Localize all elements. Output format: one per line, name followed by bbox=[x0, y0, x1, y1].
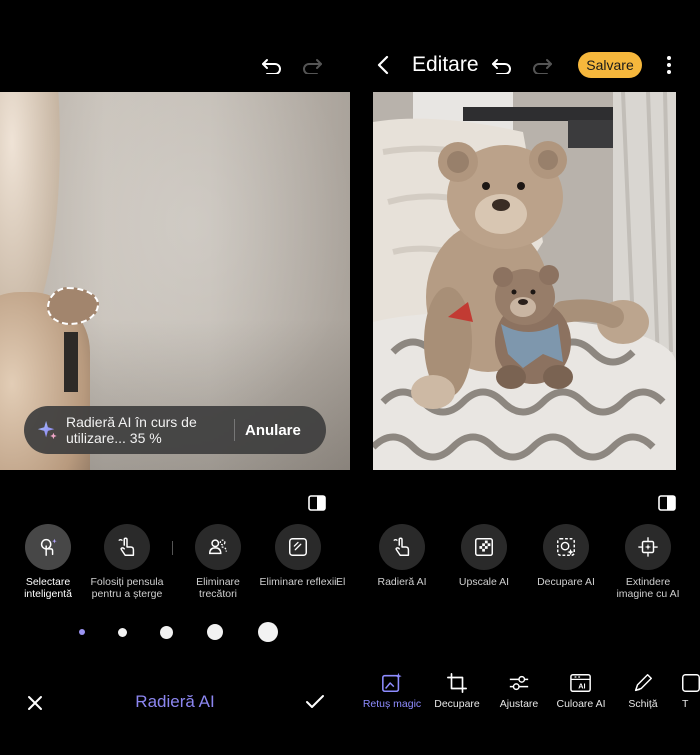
tab-label: T bbox=[682, 698, 689, 710]
undo-icon bbox=[492, 59, 511, 74]
banner-divider bbox=[234, 419, 235, 441]
close-icon bbox=[28, 696, 42, 710]
redo-icon bbox=[303, 59, 322, 74]
tool-ai-eraser[interactable]: Radieră AI bbox=[360, 524, 444, 588]
tool-label: Extindere imagine cu AI bbox=[616, 576, 680, 600]
upscale-icon bbox=[475, 538, 493, 556]
tool-brush-erase[interactable]: Folosiți pensula pentru a șterge bbox=[85, 524, 169, 600]
undo-button[interactable] bbox=[488, 54, 516, 78]
tool-upscale-ai-circle bbox=[461, 524, 507, 570]
expand-image-icon bbox=[638, 537, 658, 557]
cancel-button[interactable]: Anulare bbox=[245, 422, 301, 439]
ai-color-icon: AI bbox=[570, 674, 591, 692]
close-button[interactable] bbox=[24, 692, 46, 714]
undo-button[interactable] bbox=[258, 54, 286, 78]
save-button[interactable]: Salvare bbox=[578, 52, 642, 78]
tool-ai-cutout[interactable]: Decupare AI bbox=[524, 524, 608, 588]
tool-ai-eraser-circle bbox=[379, 524, 425, 570]
page-title: Editare bbox=[412, 53, 479, 76]
magic-retouch-icon bbox=[382, 672, 402, 693]
undo-icon bbox=[262, 59, 281, 74]
ai-sparkle-icon bbox=[37, 420, 57, 440]
confirm-button[interactable] bbox=[303, 691, 327, 713]
tab-label: Decupare bbox=[434, 698, 480, 710]
tab-crop[interactable]: Decupare bbox=[424, 672, 490, 710]
tool-remove-reflections-circle bbox=[275, 524, 321, 570]
photo-teddy-bears bbox=[373, 92, 676, 470]
ai-eraser-panel: Radieră AI în curs de utilizare... 35 % … bbox=[0, 0, 350, 755]
smart-select-icon bbox=[40, 538, 57, 556]
tools-divider bbox=[172, 541, 173, 555]
tool-label: Folosiți pensula pentru a șterge bbox=[90, 576, 164, 600]
chevron-left-icon bbox=[377, 55, 389, 75]
tab-label: Schiță bbox=[628, 698, 658, 710]
tool-ai-cutout-circle bbox=[543, 524, 589, 570]
progress-status-text: Radieră AI în curs de utilizare... 35 % bbox=[66, 414, 197, 446]
tab-adjust[interactable]: Ajustare bbox=[486, 672, 552, 710]
ai-eraser-icon bbox=[393, 537, 410, 556]
tool-smart-select-circle bbox=[25, 524, 71, 570]
redo-icon bbox=[533, 59, 552, 74]
more-options-button[interactable] bbox=[662, 52, 676, 78]
back-button[interactable] bbox=[372, 52, 394, 78]
compare-icon bbox=[308, 495, 326, 511]
svg-text:AI: AI bbox=[578, 682, 585, 691]
redo-button[interactable] bbox=[298, 54, 326, 78]
tab-text[interactable]: T bbox=[668, 672, 700, 710]
tool-remove-people-circle bbox=[195, 524, 241, 570]
compare-button[interactable] bbox=[658, 495, 676, 511]
tool-label: Eliminare trecători bbox=[196, 576, 240, 600]
tool-truncated[interactable]: El bbox=[336, 524, 350, 588]
tool-expand-image[interactable]: Extindere imagine cu AI bbox=[606, 524, 690, 600]
redo-button[interactable] bbox=[528, 54, 556, 78]
compare-button[interactable] bbox=[308, 495, 326, 511]
sketch-pen-icon bbox=[634, 674, 652, 692]
tab-label: Ajustare bbox=[499, 698, 539, 710]
tab-magic-retouch[interactable]: Retuș magic bbox=[359, 672, 425, 710]
tool-label: El bbox=[336, 576, 346, 588]
tool-remove-people[interactable]: Eliminare trecători bbox=[176, 524, 260, 600]
mode-title: Radieră AI bbox=[135, 692, 215, 711]
editing-photo[interactable] bbox=[373, 92, 676, 470]
tool-truncated-spacer bbox=[336, 524, 350, 570]
tool-label: Radieră AI bbox=[377, 576, 427, 588]
ai-eraser-progress-banner: Radieră AI în curs de utilizare... 35 % … bbox=[24, 406, 326, 454]
tool-expand-image-circle bbox=[625, 524, 671, 570]
brush-size-m[interactable] bbox=[160, 626, 173, 639]
brush-erase-icon bbox=[118, 537, 135, 556]
tab-sketch[interactable]: Schiță bbox=[610, 672, 676, 710]
adjust-sliders-icon bbox=[509, 675, 529, 691]
brush-size-xl[interactable] bbox=[258, 622, 278, 642]
crop-icon bbox=[447, 673, 467, 693]
tab-ai-color[interactable]: AI Culoare AI bbox=[548, 672, 614, 710]
tool-smart-select[interactable]: Selectare inteligentă bbox=[6, 524, 90, 600]
tab-label: Culoare AI bbox=[556, 698, 606, 710]
compare-icon bbox=[658, 495, 676, 511]
tool-upscale-ai[interactable]: Upscale AI bbox=[442, 524, 526, 588]
tool-label: Upscale AI bbox=[458, 576, 510, 588]
text-icon bbox=[682, 674, 700, 692]
brush-size-s[interactable] bbox=[118, 628, 127, 637]
brush-size-l[interactable] bbox=[207, 624, 223, 640]
tool-label: Decupare AI bbox=[537, 576, 595, 588]
remove-people-icon bbox=[209, 539, 227, 555]
tab-label: Retuș magic bbox=[362, 698, 422, 710]
remove-reflections-icon bbox=[289, 538, 307, 556]
tool-label: Eliminare reflexii bbox=[259, 576, 337, 588]
photo-dark-edge bbox=[64, 332, 78, 392]
check-icon bbox=[306, 695, 324, 708]
brush-size-xs[interactable] bbox=[79, 629, 85, 635]
ai-cutout-icon bbox=[557, 538, 575, 556]
tool-remove-reflections[interactable]: Eliminare reflexii bbox=[256, 524, 340, 588]
tool-label: Selectare inteligentă bbox=[24, 576, 72, 600]
more-vertical-icon bbox=[667, 56, 671, 74]
editor-panel: Editare Salvare Radieră AI Upscale AI De… bbox=[350, 0, 700, 755]
tool-brush-erase-circle bbox=[104, 524, 150, 570]
